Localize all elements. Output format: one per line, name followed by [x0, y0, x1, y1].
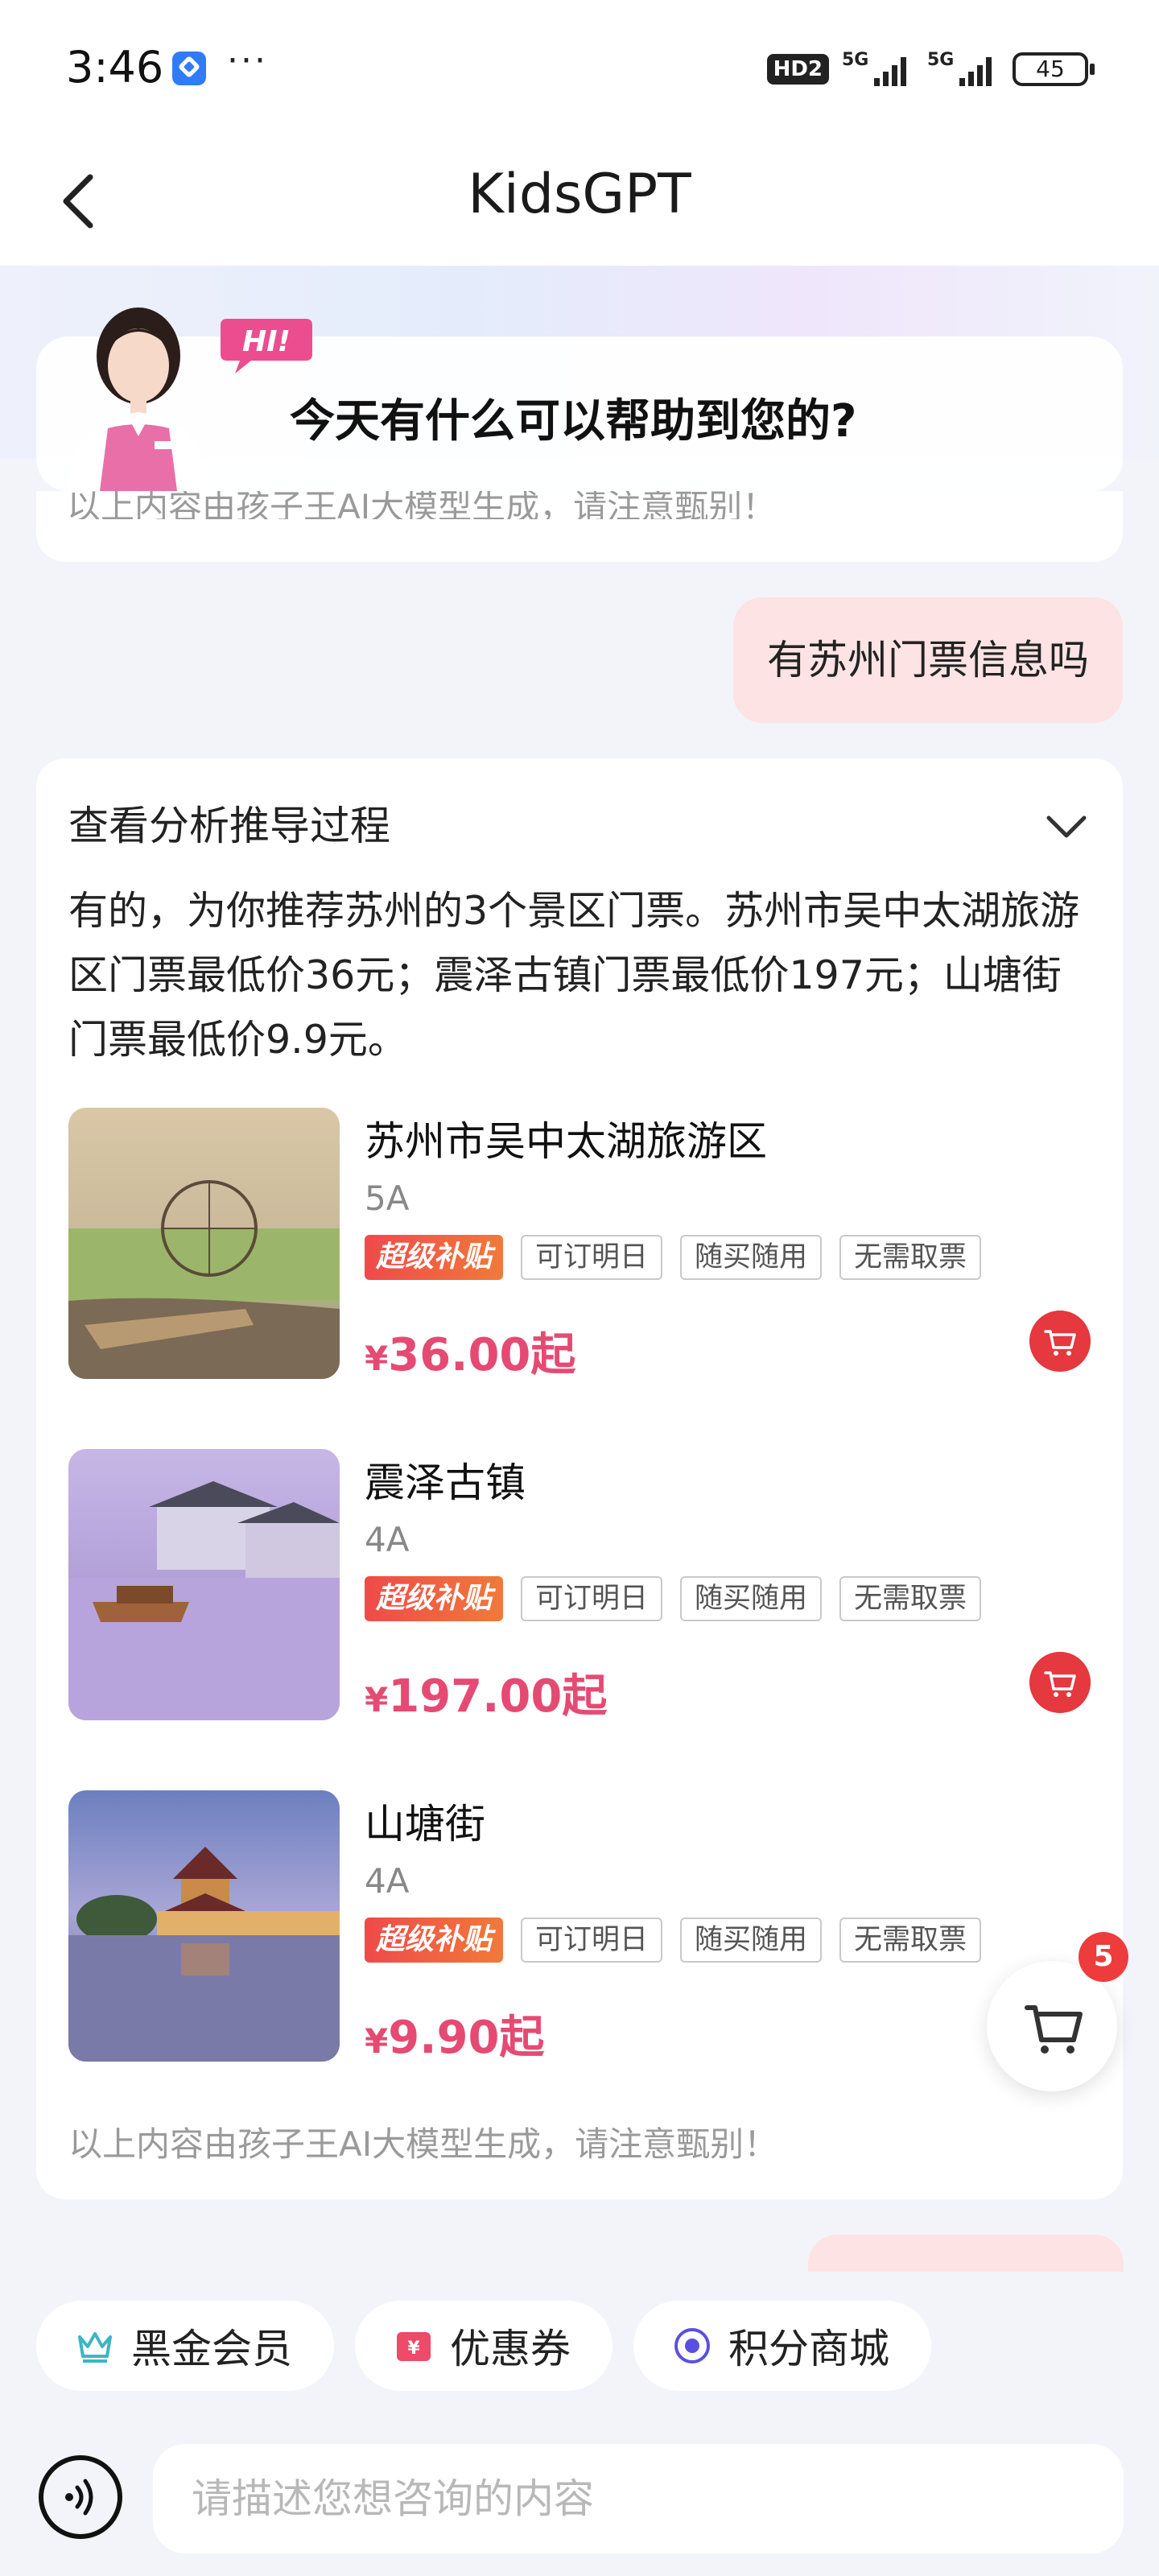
- tag: 随买随用: [680, 1576, 823, 1621]
- tag: 可订明日: [521, 1576, 663, 1621]
- hd-badge: HD2: [766, 54, 829, 85]
- ticket-tags: 超级补贴 可订明日 随买随用 无需取票: [365, 1576, 982, 1621]
- hi-bubble: HI!: [221, 319, 312, 374]
- signal-label: 5G: [842, 50, 868, 70]
- user-message-bubble: 有苏州门票信息吗: [733, 597, 1123, 723]
- tag: 可订明日: [521, 1235, 663, 1280]
- ticket-level: 5A: [365, 1179, 410, 1218]
- signal-label-2: 5G: [927, 50, 954, 70]
- chip-coupons[interactable]: ¥ 优惠券: [355, 2301, 612, 2391]
- add-to-cart-button[interactable]: [1029, 1652, 1091, 1713]
- ticket-card[interactable]: 山塘街 4A 超级补贴 可订明日 随买随用 无需取票 ¥9.90起: [68, 1790, 1091, 2064]
- status-time: 3:46: [66, 42, 164, 93]
- signal-icon-2: 5G: [927, 50, 992, 86]
- add-to-cart-button[interactable]: [1029, 1311, 1091, 1372]
- points-icon: [674, 2328, 710, 2363]
- chip-black-gold-member[interactable]: 黑金会员: [36, 2301, 334, 2391]
- tag: 可订明日: [521, 1918, 663, 1963]
- ticket-tags: 超级补贴 可订明日 随买随用 无需取票: [365, 1918, 982, 1963]
- coupon-icon: ¥: [397, 2332, 431, 2361]
- chevron-down-icon[interactable]: [1042, 807, 1091, 847]
- welcome-greeting: 今天有什么可以帮助到您的?: [290, 395, 857, 448]
- app-notification-icon: [172, 52, 206, 85]
- assistant-avatar: [66, 308, 211, 491]
- tag: 无需取票: [839, 1918, 982, 1963]
- ticket-price: ¥197.00起: [365, 1660, 607, 1725]
- next-user-bubble-peek: [808, 2235, 1124, 2272]
- price-value: 9.90起: [388, 2012, 545, 2064]
- bottom-input-area: 黑金会员 ¥ 优惠券 积分商城 请描述您想咨询的内容: [0, 2272, 1159, 2576]
- price-currency: ¥: [365, 1680, 389, 1719]
- status-icons: HD2 5G 5G 45: [766, 47, 1095, 92]
- ai-disclaimer: 以上内容由孩子王AI大模型生成，请注意甄别！: [68, 2124, 778, 2164]
- battery-icon: 45: [1013, 52, 1095, 86]
- voice-input-icon[interactable]: [39, 2455, 122, 2539]
- chip-label: 优惠券: [450, 2326, 571, 2372]
- ticket-name: 苏州市吴中太湖旅游区: [365, 1118, 767, 1165]
- svg-text:¥: ¥: [407, 2339, 420, 2359]
- chip-points-mall[interactable]: 积分商城: [633, 2301, 931, 2391]
- chip-label: 积分商城: [728, 2326, 889, 2372]
- tag: 无需取票: [839, 1235, 982, 1280]
- cart-count-badge: 5: [1079, 1932, 1128, 1982]
- chip-label: 黑金会员: [131, 2326, 292, 2372]
- more-notifications-icon: ···: [227, 40, 268, 81]
- scenic-photo-taihu: [68, 1108, 340, 1379]
- message-input[interactable]: 请描述您想咨询的内容: [153, 2444, 1124, 2553]
- page-title: KidsGPT: [468, 163, 691, 226]
- analysis-toggle[interactable]: 查看分析推导过程: [68, 794, 1091, 858]
- price-currency: ¥: [365, 1339, 389, 1378]
- subsidy-tag: 超级补贴: [365, 1918, 504, 1963]
- crown-icon: [78, 2332, 112, 2363]
- ticket-name: 山塘街: [365, 1801, 485, 1847]
- ticket-card[interactable]: 苏州市吴中太湖旅游区 5A 超级补贴 可订明日 随买随用 无需取票 ¥36.00…: [68, 1108, 1091, 1381]
- ticket-tags: 超级补贴 可订明日 随买随用 无需取票: [365, 1235, 982, 1280]
- analysis-label: 查看分析推导过程: [68, 803, 390, 849]
- assistant-answer-card: 查看分析推导过程 有的，为你推荐苏州的3个景区门票。苏州市吴中太湖旅游区门票最低…: [36, 758, 1123, 2199]
- tag: 无需取票: [839, 1576, 982, 1621]
- price-value: 36.00起: [388, 1329, 576, 1381]
- price-value: 197.00起: [388, 1670, 608, 1723]
- ticket-level: 4A: [365, 1520, 410, 1559]
- ticket-price: ¥9.90起: [365, 2001, 544, 2066]
- tag: 随买随用: [680, 1918, 823, 1963]
- ticket-level: 4A: [365, 1861, 410, 1901]
- tag: 随买随用: [680, 1235, 823, 1280]
- scenic-photo-zhenze: [68, 1449, 340, 1720]
- subsidy-tag: 超级补贴: [365, 1576, 504, 1621]
- subsidy-tag: 超级补贴: [365, 1235, 504, 1280]
- ticket-name: 震泽古镇: [365, 1459, 526, 1506]
- nav-bar: KidsGPT: [0, 137, 1159, 266]
- ticket-card[interactable]: 震泽古镇 4A 超级补贴 可订明日 随买随用 无需取票 ¥197.00起: [68, 1449, 1091, 1723]
- signal-icon: 5G: [842, 50, 906, 86]
- ticket-price: ¥36.00起: [365, 1319, 575, 1384]
- price-currency: ¥: [365, 2021, 389, 2061]
- quick-chips: 黑金会员 ¥ 优惠券 积分商城: [36, 2301, 931, 2391]
- scenic-photo-shantang: [68, 1790, 340, 2062]
- status-bar: 3:46 ··· HD2 5G 5G 45: [0, 0, 1159, 137]
- answer-text: 有的，为你推荐苏州的3个景区门票。苏州市吴中太湖旅游区门票最低价36元；震泽古镇…: [68, 888, 1080, 1063]
- hi-text: HI!: [242, 325, 291, 358]
